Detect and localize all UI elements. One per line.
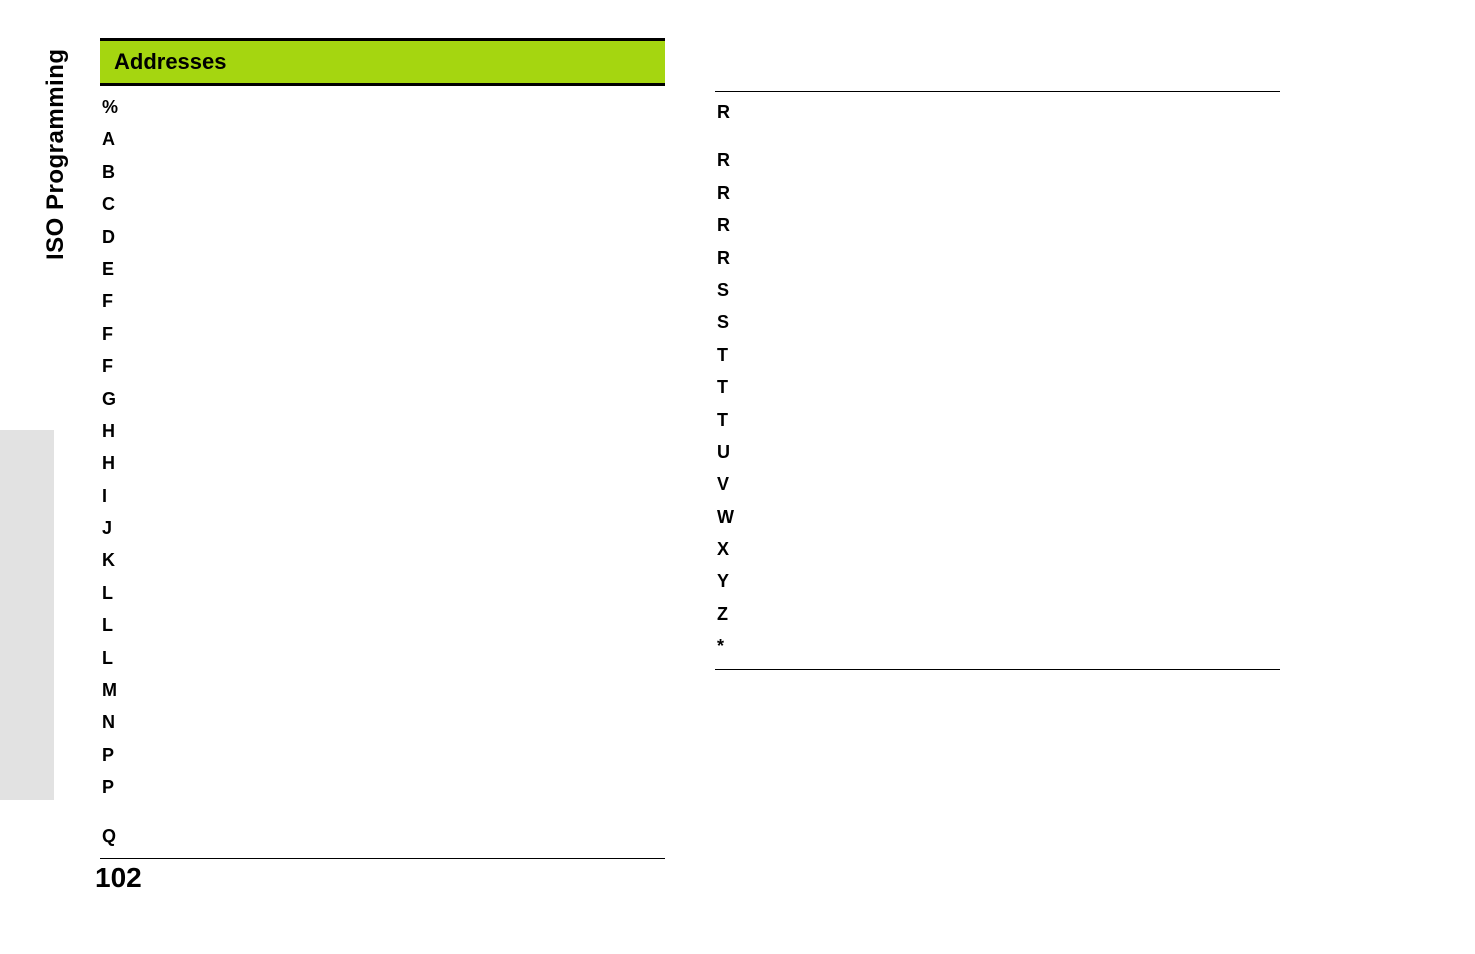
address-letter: R [715, 242, 1280, 274]
address-letter: G [100, 383, 665, 415]
address-letter: N [100, 706, 665, 738]
side-section-label: ISO Programming [42, 48, 70, 260]
address-letter: R [715, 177, 1280, 209]
address-letter: T [715, 371, 1280, 403]
section-header-box: Addresses [100, 38, 665, 86]
address-letter: T [715, 339, 1280, 371]
address-letter: X [715, 533, 1280, 565]
address-letter: E [100, 253, 665, 285]
address-letter: H [100, 447, 665, 479]
address-letter: P [100, 739, 665, 771]
address-letter: F [100, 350, 665, 382]
address-letter: F [100, 318, 665, 350]
address-letter: T [715, 404, 1280, 436]
address-letter: U [715, 436, 1280, 468]
address-letter: S [715, 274, 1280, 306]
address-letter: R [715, 144, 1280, 176]
address-column-right: RRRRRSSTTTUVWXYZ* [715, 91, 1280, 859]
address-letter: % [100, 91, 665, 123]
address-letter: H [100, 415, 665, 447]
address-letter: Q [100, 820, 665, 852]
address-letter: R [715, 96, 1280, 128]
spacer [715, 128, 1280, 144]
address-column-left: %ABCDEFFFGHHIJKLLLMNPPQ [100, 91, 665, 859]
address-letter: B [100, 156, 665, 188]
address-letter: C [100, 188, 665, 220]
address-letter: J [100, 512, 665, 544]
address-letter: Y [715, 565, 1280, 597]
grey-tab-block [0, 430, 54, 800]
address-letter: * [715, 630, 1280, 662]
address-letter: L [100, 642, 665, 674]
address-letter: F [100, 285, 665, 317]
address-letter: D [100, 221, 665, 253]
address-letter: P [100, 771, 665, 803]
left-sidebar: ISO Programming [0, 0, 60, 954]
address-letter: W [715, 501, 1280, 533]
page-number: 102 [95, 862, 142, 894]
address-letter: L [100, 577, 665, 609]
address-letter: V [715, 468, 1280, 500]
address-letter: M [100, 674, 665, 706]
spacer [100, 804, 665, 820]
address-letter: S [715, 306, 1280, 338]
section-header-title: Addresses [114, 49, 651, 75]
address-letter: A [100, 123, 665, 155]
address-letter: L [100, 609, 665, 641]
address-columns: %ABCDEFFFGHHIJKLLLMNPPQ RRRRRSSTTTUVWXYZ… [100, 91, 1295, 859]
address-letter: Z [715, 598, 1280, 630]
main-content: Addresses %ABCDEFFFGHHIJKLLLMNPPQ RRRRRS… [100, 38, 1295, 859]
address-letter: K [100, 544, 665, 576]
address-letter: I [100, 480, 665, 512]
address-letter: R [715, 209, 1280, 241]
